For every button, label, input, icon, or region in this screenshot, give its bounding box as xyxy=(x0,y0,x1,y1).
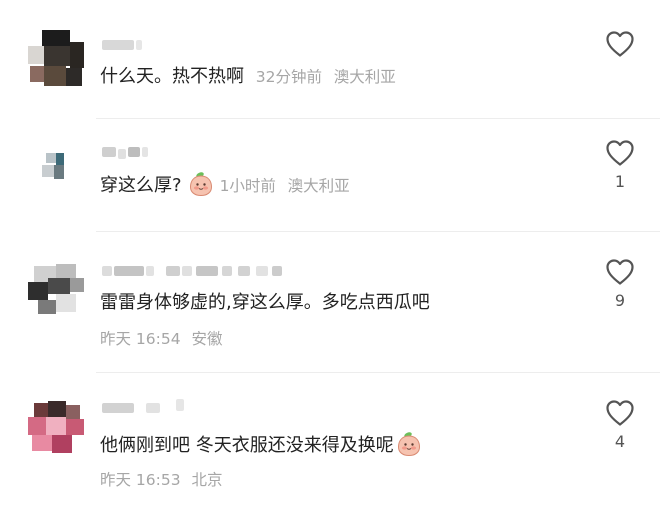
comment-location: 安徽 xyxy=(191,330,223,348)
comment-item: 什么天。热不热啊 32分钟前 澳大利亚 xyxy=(0,0,660,118)
avatar[interactable] xyxy=(28,30,84,86)
comment-location: 北京 xyxy=(191,471,223,489)
heart-outline-icon xyxy=(606,140,634,166)
comment-body: 穿这么厚? 1小时前 澳大利亚 xyxy=(100,171,350,199)
comment-body: 什么天。热不热啊 32分钟前 澳大利亚 xyxy=(100,64,396,90)
avatar[interactable] xyxy=(28,399,84,455)
comment-list: 什么天。热不热啊 32分钟前 澳大利亚 穿这么厚? 1小时前 澳大利亚 1 雷雷… xyxy=(0,0,660,511)
heart-outline-icon xyxy=(606,31,634,57)
like-count: 9 xyxy=(614,291,626,310)
comment-location: 澳大利亚 xyxy=(333,68,396,86)
like-count: 4 xyxy=(614,432,626,451)
like-button[interactable] xyxy=(598,30,642,58)
comment-text: 他俩刚到吧 冬天衣服还没来得及换呢 xyxy=(100,435,394,456)
like-button[interactable]: 9 xyxy=(598,258,642,310)
comment-time: 1小时前 xyxy=(219,177,276,195)
comment-text: 雷雷身体够虚的,穿这么厚。多吃点西瓜吧 xyxy=(100,292,430,313)
avatar[interactable] xyxy=(28,260,84,316)
comment-time: 昨天 16:53 xyxy=(100,471,181,489)
comment-item: 他俩刚到吧 冬天衣服还没来得及换呢 昨天 16:53 北京 4 xyxy=(0,373,660,511)
comment-text: 穿这么厚? xyxy=(100,175,182,196)
peach-face-sticker xyxy=(188,171,214,197)
comment-item: 穿这么厚? 1小时前 澳大利亚 1 xyxy=(0,119,660,231)
like-button[interactable]: 1 xyxy=(598,139,642,191)
comment-body: 他俩刚到吧 冬天衣服还没来得及换呢 xyxy=(100,431,428,459)
avatar[interactable] xyxy=(28,147,84,203)
comment-text: 什么天。热不热啊 xyxy=(100,66,244,87)
heart-outline-icon xyxy=(606,259,634,285)
comment-location: 澳大利亚 xyxy=(287,177,350,195)
comment-time: 32分钟前 xyxy=(255,68,322,86)
like-button[interactable]: 4 xyxy=(598,399,642,451)
like-count: 1 xyxy=(614,172,626,191)
comment-time: 昨天 16:54 xyxy=(100,330,181,348)
comment-meta: 昨天 16:54 安徽 xyxy=(100,328,223,350)
heart-outline-icon xyxy=(606,400,634,426)
comment-meta: 昨天 16:53 北京 xyxy=(100,469,223,491)
peach-face-sticker xyxy=(396,431,422,457)
comment-item: 雷雷身体够虚的,穿这么厚。多吃点西瓜吧 昨天 16:54 安徽 9 xyxy=(0,232,660,372)
